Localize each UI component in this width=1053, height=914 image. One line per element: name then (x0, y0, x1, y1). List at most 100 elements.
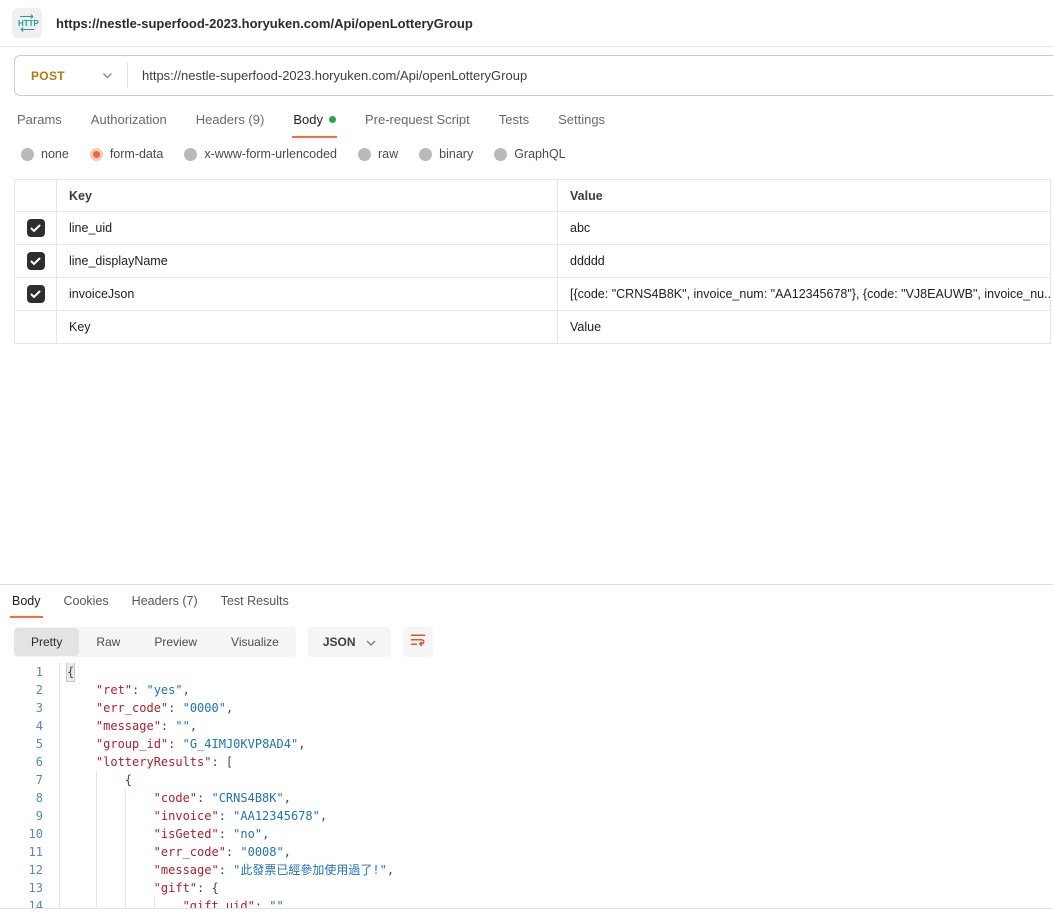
code-token: "lotteryResults" (96, 753, 212, 771)
code-area: 1{2"ret": "yes",3"err_code": "0000",4"me… (0, 663, 1053, 909)
code-line: 8"code": "CRNS4B8K", (0, 789, 1053, 807)
key-cell[interactable]: line_displayName (57, 245, 558, 278)
code-token: "err_code" (96, 699, 168, 717)
value-cell[interactable]: [{code: "CRNS4B8K", invoice_num: "AA1234… (558, 278, 1051, 311)
tab-label: Params (17, 112, 62, 127)
code-line: 6"lotteryResults": [ (0, 753, 1053, 771)
radio-button[interactable] (419, 148, 432, 161)
http-request-icon: HTTP (12, 8, 42, 38)
code-token: , (298, 735, 305, 753)
indent-guide (96, 807, 125, 825)
code-token: "CRNS4B8K" (211, 789, 283, 807)
code-token: : (219, 807, 233, 825)
code-line-content: { (60, 771, 132, 789)
view-mode-raw[interactable]: Raw (79, 628, 137, 656)
view-mode-preview[interactable]: Preview (137, 628, 214, 656)
response-tabs: Body Cookies Headers (7) Test Results (0, 585, 1053, 618)
code-line: 1{ (0, 663, 1053, 681)
response-tab-body[interactable]: Body (10, 587, 43, 618)
code-token: , (183, 681, 190, 699)
value-column-header: Value (558, 180, 1051, 212)
key-cell[interactable]: line_uid (57, 212, 558, 245)
code-line-content: "ret": "yes", (60, 681, 190, 699)
body-type-binary[interactable]: binary (419, 147, 473, 161)
code-token: : (168, 735, 182, 753)
key-column-header: Key (57, 180, 558, 212)
select-all-column (15, 180, 57, 212)
value-input-placeholder[interactable]: Value (558, 311, 1051, 344)
url-input[interactable]: https://nestle-superfood-2023.horyuken.c… (128, 68, 527, 83)
indent-guide (154, 897, 183, 909)
code-token: , (262, 825, 269, 843)
body-type-none[interactable]: none (21, 147, 69, 161)
body-type-graphql[interactable]: GraphQL (494, 147, 565, 161)
code-line-content: "code": "CRNS4B8K", (60, 789, 291, 807)
indent-guide (67, 699, 96, 717)
method-selector[interactable]: POST (15, 69, 127, 83)
tab-body[interactable]: Body (292, 104, 337, 138)
view-mode-visualize[interactable]: Visualize (214, 628, 296, 656)
row-checkbox-checked[interactable] (27, 219, 45, 237)
code-token: : (255, 897, 269, 909)
tab-authorization[interactable]: Authorization (90, 104, 168, 138)
radio-button[interactable] (21, 148, 34, 161)
key-input-placeholder[interactable]: Key (57, 311, 558, 344)
response-tab-cookies[interactable]: Cookies (62, 587, 111, 618)
indent-guide (96, 843, 125, 861)
response-tab-test-results[interactable]: Test Results (219, 587, 291, 618)
tab-params[interactable]: Params (16, 104, 63, 138)
body-type-x-www-form-urlencoded[interactable]: x-www-form-urlencoded (184, 147, 337, 161)
form-data-table: Key Value line_uid abc line_displayName … (14, 179, 1051, 344)
code-line: 3"err_code": "0000", (0, 699, 1053, 717)
value-cell[interactable]: ddddd (558, 245, 1051, 278)
tab-label: Test Results (221, 594, 289, 608)
tab-label: Body (12, 594, 41, 608)
code-token: , (284, 789, 291, 807)
code-line: 9"invoice": "AA12345678", (0, 807, 1053, 825)
tab-pre-request-script[interactable]: Pre-request Script (364, 104, 471, 138)
body-modified-dot (329, 116, 336, 123)
table-header-row: Key Value (15, 180, 1051, 212)
indent-guide (125, 789, 154, 807)
radio-label: form-data (110, 147, 164, 161)
radio-button[interactable] (358, 148, 371, 161)
tab-label: Pre-request Script (365, 112, 470, 127)
indent-guide (125, 861, 154, 879)
response-format-dropdown[interactable]: JSON (308, 627, 391, 657)
row-checkbox-checked[interactable] (27, 285, 45, 303)
view-mode-pretty[interactable]: Pretty (14, 628, 79, 656)
code-token: "0008" (240, 843, 283, 861)
radio-button[interactable] (494, 148, 507, 161)
value-cell[interactable]: abc (558, 212, 1051, 245)
tab-settings[interactable]: Settings (557, 104, 606, 138)
code-line-content: { (60, 663, 74, 681)
radio-button-selected[interactable] (90, 148, 103, 161)
tab-headers[interactable]: Headers (9) (195, 104, 266, 138)
radio-label: binary (439, 147, 473, 161)
request-title-bar: HTTP https://nestle-superfood-2023.horyu… (0, 0, 1053, 47)
code-line-content: "isGeted": "no", (60, 825, 269, 843)
code-token: "gift" (154, 879, 197, 897)
tab-label: Body (293, 112, 323, 127)
wrap-text-button[interactable] (403, 627, 433, 657)
code-token: { (125, 771, 132, 789)
response-tab-headers[interactable]: Headers (7) (130, 587, 200, 618)
code-line: 2"ret": "yes", (0, 681, 1053, 699)
body-type-form-data[interactable]: form-data (90, 147, 164, 161)
indent-guide (125, 825, 154, 843)
radio-button[interactable] (184, 148, 197, 161)
code-line: 5"group_id": "G_4IMJ0KVP8AD4", (0, 735, 1053, 753)
line-number: 4 (0, 717, 60, 735)
indent-guide (67, 681, 96, 699)
tab-label: Authorization (91, 112, 167, 127)
tab-tests[interactable]: Tests (498, 104, 530, 138)
tab-label: Cookies (64, 594, 109, 608)
key-cell[interactable]: invoiceJson (57, 278, 558, 311)
row-checkbox-checked[interactable] (27, 252, 45, 270)
table-row: invoiceJson [{code: "CRNS4B8K", invoice_… (15, 278, 1051, 311)
code-token: "AA12345678" (233, 807, 320, 825)
code-token: "" (269, 897, 283, 909)
code-token: , (190, 717, 197, 735)
body-type-raw[interactable]: raw (358, 147, 398, 161)
code-token: : (161, 717, 175, 735)
